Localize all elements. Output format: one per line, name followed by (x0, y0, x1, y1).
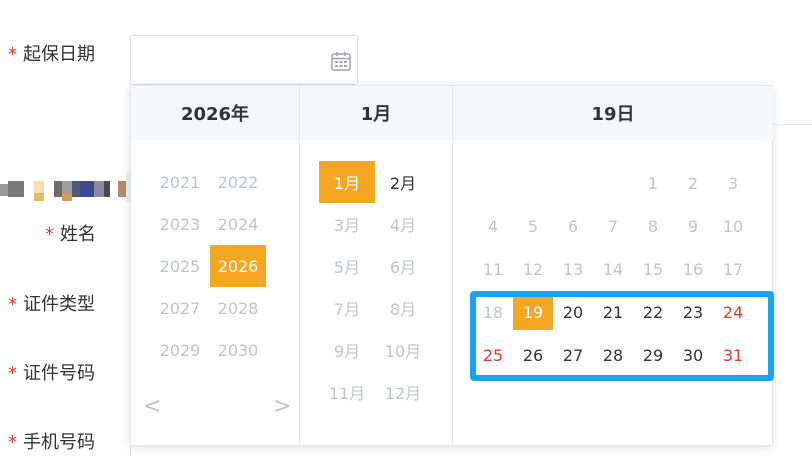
required-mark: * (8, 294, 17, 315)
month-cell[interactable]: 7月 (319, 287, 375, 329)
month-cell[interactable]: 10月 (375, 329, 431, 371)
day-cell[interactable]: 18 (473, 294, 513, 330)
column-divider (452, 86, 453, 445)
day-header: 19日 (453, 86, 773, 140)
day-cell[interactable]: 5 (513, 208, 553, 244)
month-cell[interactable]: 6月 (375, 245, 431, 287)
year-cell[interactable]: 2027 (152, 287, 208, 329)
day-cell[interactable]: 12 (513, 251, 553, 287)
day-cell[interactable]: 13 (553, 251, 593, 287)
month-cell[interactable]: 2月 (375, 161, 431, 203)
calendar-icon[interactable] (330, 50, 352, 72)
year-cell[interactable]: 2022 (210, 161, 266, 203)
start-date-input[interactable] (130, 35, 358, 85)
year-cell[interactable]: 2028 (210, 287, 266, 329)
day-cell[interactable]: 21 (593, 294, 633, 330)
month-cell[interactable]: 4月 (375, 203, 431, 245)
month-cell[interactable]: 11月 (319, 371, 375, 413)
required-mark: * (8, 432, 17, 453)
day-cell[interactable]: 20 (553, 294, 593, 330)
next-years-button[interactable]: > (273, 394, 291, 419)
day-cell[interactable]: 25 (473, 337, 513, 373)
day-cell[interactable]: 17 (713, 251, 753, 287)
month-cell[interactable]: 1月 (319, 161, 375, 203)
start-date-label: * 起保日期 (8, 44, 95, 65)
day-cell[interactable]: 29 (633, 337, 673, 373)
day-cell[interactable]: 9 (673, 208, 713, 244)
month-cell[interactable]: 5月 (319, 245, 375, 287)
day-cell[interactable]: 2 (673, 165, 713, 201)
date-picker-panel: 2026年 1月 19日 2021 2022 2023 2024 2025 2026 202… (130, 85, 773, 446)
month-cell[interactable]: 9月 (319, 329, 375, 371)
day-cell[interactable]: 8 (633, 208, 673, 244)
month-cell[interactable]: 12月 (375, 371, 431, 413)
day-cell[interactable]: 7 (593, 208, 633, 244)
year-cell[interactable]: 2030 (210, 329, 266, 371)
day-cell[interactable]: 31 (713, 337, 753, 373)
year-cell[interactable]: 2029 (152, 329, 208, 371)
year-cell[interactable]: 2024 (210, 203, 266, 245)
month-header: 1月 (300, 86, 452, 140)
day-cell[interactable]: 4 (473, 208, 513, 244)
day-cell[interactable]: 6 (553, 208, 593, 244)
day-cell[interactable]: 19 (513, 294, 553, 330)
day-cell[interactable]: 1 (633, 165, 673, 201)
day-cell[interactable]: 3 (713, 165, 753, 201)
year-cell[interactable]: 2023 (152, 203, 208, 245)
day-cell[interactable]: 24 (713, 294, 753, 330)
year-header: 2026年 (131, 86, 299, 140)
required-mark: * (8, 363, 17, 384)
prev-years-button[interactable]: < (143, 394, 161, 419)
required-mark: * (45, 224, 54, 245)
required-mark: * (8, 44, 17, 65)
month-cell[interactable]: 8月 (375, 287, 431, 329)
year-cell[interactable]: 2021 (152, 161, 208, 203)
name-label: * 姓名 (45, 224, 96, 245)
day-cell[interactable]: 27 (553, 337, 593, 373)
day-cell[interactable]: 22 (633, 294, 673, 330)
day-cell[interactable]: 10 (713, 208, 753, 244)
id-number-label: * 证件号码 (8, 363, 95, 384)
day-cell[interactable]: 14 (593, 251, 633, 287)
day-cell[interactable]: 28 (593, 337, 633, 373)
day-cell[interactable]: 16 (673, 251, 713, 287)
column-divider (299, 86, 300, 445)
year-cell[interactable]: 2026 (210, 245, 266, 287)
day-cell[interactable]: 15 (633, 251, 673, 287)
day-cell[interactable]: 26 (513, 337, 553, 373)
id-type-label: * 证件类型 (8, 294, 95, 315)
day-cell[interactable]: 11 (473, 251, 513, 287)
phone-label: * 手机号码 (8, 432, 95, 453)
day-cell[interactable]: 30 (673, 337, 713, 373)
day-cell[interactable]: 23 (673, 294, 713, 330)
year-cell[interactable]: 2025 (152, 245, 208, 287)
month-cell[interactable]: 3月 (319, 203, 375, 245)
